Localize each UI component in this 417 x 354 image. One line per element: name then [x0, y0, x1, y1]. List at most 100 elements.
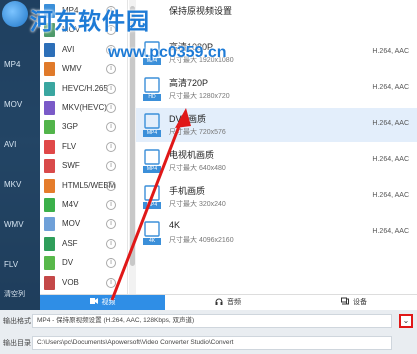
quality-preset-icon: 4K [143, 221, 161, 245]
format-item-label: WMV [62, 64, 82, 74]
format-item-label: AVI [62, 44, 75, 54]
info-icon[interactable]: i [106, 219, 116, 230]
quality-item[interactable]: MP4 DVD画质 尺寸最大 720x576 H.264, AAC [136, 108, 417, 142]
info-icon[interactable]: i [106, 161, 116, 172]
app-window: MP4 MOV AVI MKV WMV FLV 清空列 MP4 i MOV i AVI i… [0, 0, 417, 354]
format-item[interactable]: HTML5/WEBM i [44, 177, 124, 197]
quality-name: 4K [169, 220, 181, 230]
format-item[interactable]: ASF i [44, 235, 124, 255]
output-format-dropdown-button[interactable]: ⌄ [399, 314, 413, 328]
watermark-title: 河东软件园 [30, 9, 150, 35]
bg-line: MKV [4, 180, 22, 189]
format-item-label: 3GP [62, 122, 79, 132]
format-item[interactable]: MKV(HEVC) i [44, 99, 124, 119]
format-file-icon [44, 275, 55, 290]
format-badge: MP4 [143, 130, 161, 137]
format-item-label: ASF [62, 238, 78, 248]
info-icon[interactable]: i [106, 64, 116, 75]
quality-name: 手机画质 [169, 186, 206, 196]
info-icon[interactable]: i [106, 258, 116, 269]
quality-size: 尺寸最大 4096x2160 [169, 237, 234, 244]
format-item-label: SWF [62, 161, 80, 171]
format-file-icon [44, 101, 55, 115]
format-badge: 4K [143, 238, 161, 245]
quality-codec: H.264, AAC [372, 84, 409, 91]
info-icon[interactable]: i [106, 141, 116, 152]
quality-size: 尺寸最大 720x576 [169, 129, 226, 136]
clear-list-label[interactable]: 清空列 [4, 289, 25, 299]
format-file-icon [44, 81, 55, 96]
quality-item[interactable]: MP4 手机画质尺寸最大 320x240 H.264, AAC [136, 180, 417, 214]
info-icon[interactable]: i [106, 180, 116, 191]
quality-name: 保持原视频设置 [169, 6, 233, 16]
format-item-label: MOV [62, 219, 81, 229]
format-file-icon [44, 256, 55, 271]
quality-size: 尺寸最大 320x240 [169, 201, 226, 208]
quality-preset-icon: MP4 [143, 185, 161, 209]
quality-item[interactable]: 保持原视频设置 [136, 0, 417, 34]
info-icon[interactable]: i [106, 238, 116, 249]
quality-preset-icon: HD [143, 77, 161, 101]
format-item[interactable]: M4V i [44, 196, 124, 216]
format-item-label: HEVC/H.265 [62, 83, 108, 93]
quality-codec: H.264, AAC [372, 156, 409, 163]
format-item[interactable]: MOV i [44, 215, 124, 235]
quality-name: 电视机画质 [169, 150, 215, 160]
tab-audio[interactable]: 音频 [165, 295, 291, 311]
output-format-bar: 输出格式： MP4 - 保持原视频设置 (H.264, AAC, 128Kbps… [0, 310, 417, 332]
format-file-icon [44, 62, 55, 77]
bg-line: MOV [4, 100, 23, 109]
format-badge: MP4 [143, 166, 161, 173]
quality-item[interactable]: MP4 电视机画质尺寸最大 640x480 H.264, AAC [136, 144, 417, 178]
format-item-label: DV [62, 258, 74, 268]
format-file-icon [44, 217, 55, 232]
format-item[interactable]: WMV i [44, 60, 124, 80]
tab-video[interactable]: 视频 [40, 295, 165, 311]
info-icon[interactable]: i [106, 200, 116, 210]
quality-size: 尺寸最大 640x480 [169, 165, 226, 172]
watermark-url: www.pc0359.cn [108, 44, 227, 61]
video-icon [89, 298, 98, 304]
format-file-icon [44, 139, 55, 154]
format-item[interactable]: DV i [44, 254, 124, 274]
format-file-icon [44, 198, 55, 212]
format-item[interactable]: SWF i [44, 157, 124, 177]
info-icon[interactable]: i [106, 83, 116, 94]
format-item[interactable]: FLV i [44, 138, 124, 158]
format-file-icon [44, 236, 55, 251]
output-dir-field[interactable]: C:\Users\pc\Documents\Apowersoft\Video C… [32, 336, 392, 350]
tab-device[interactable]: 设备 [291, 295, 417, 311]
background-app: MP4 MOV AVI MKV WMV FLV [0, 0, 40, 354]
headphones-icon [215, 298, 223, 305]
format-badge: MP4 [143, 202, 161, 209]
quality-item[interactable]: 4K 4K 尺寸最大 4096x2160 H.264, AAC [136, 216, 417, 250]
format-file-icon [44, 159, 55, 174]
format-item-label: VOB [62, 277, 79, 287]
tab-video-label: 视频 [101, 299, 116, 306]
category-tabs: 视频 音频 设备 [40, 294, 417, 311]
format-item[interactable]: 3GP i [44, 118, 124, 138]
tab-audio-label: 音频 [227, 299, 241, 306]
device-icon [341, 297, 349, 305]
quality-item[interactable]: HD 高清720P 尺寸最大 1280x720 H.264, AAC [136, 72, 417, 106]
watermark-logo [2, 1, 28, 27]
output-format-select[interactable]: MP4 - 保持原视频设置 (H.264, AAC, 128Kbps, 双声道) [32, 314, 392, 328]
info-icon[interactable]: i [106, 277, 116, 288]
format-file-icon [44, 42, 55, 57]
format-item[interactable]: HEVC/H.265 i [44, 80, 124, 100]
format-badge: HD [143, 94, 161, 101]
output-dir-bar: 输出目录： C:\Users\pc\Documents\Apowersoft\V… [0, 332, 417, 354]
quality-codec: H.264, AAC [372, 192, 409, 199]
quality-size: 尺寸最大 1280x720 [169, 93, 230, 100]
format-item-label: M4V [62, 200, 79, 209]
format-item[interactable]: VOB i [44, 274, 124, 294]
quality-codec: H.264, AAC [372, 48, 409, 55]
bg-line: WMV [4, 220, 24, 229]
quality-name: DVD画质 [169, 114, 207, 124]
quality-codec: H.264, AAC [372, 228, 409, 235]
format-item-label: MKV(HEVC) [62, 103, 107, 112]
info-icon[interactable]: i [106, 122, 116, 133]
format-file-icon [44, 120, 55, 135]
info-icon[interactable]: i [106, 103, 116, 113]
tab-device-label: 设备 [353, 299, 367, 306]
